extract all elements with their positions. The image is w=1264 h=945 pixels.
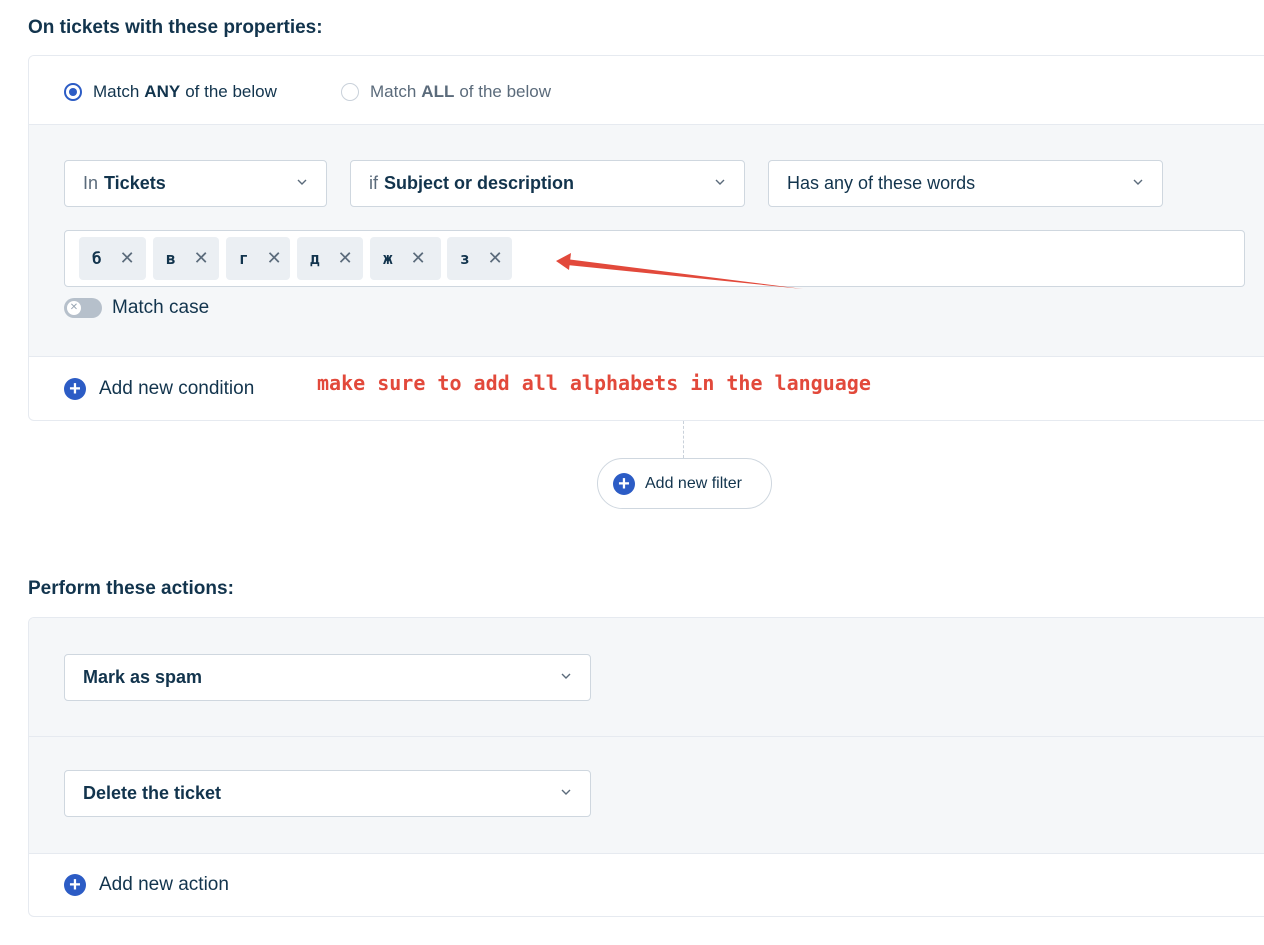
add-action-label: Add new action bbox=[99, 874, 229, 895]
keyword-tag-label: з bbox=[460, 249, 470, 268]
close-icon[interactable]: ✕ bbox=[411, 248, 426, 269]
action-select[interactable]: Mark as spam bbox=[64, 654, 591, 701]
chevron-down-icon bbox=[712, 174, 728, 190]
chevron-down-icon bbox=[1130, 174, 1146, 190]
keyword-tag: з ✕ bbox=[447, 237, 512, 280]
chevron-down-icon bbox=[558, 784, 574, 800]
operator-select-value: Has any of these words bbox=[787, 173, 976, 193]
add-action-button[interactable]: + Add new action bbox=[64, 874, 229, 896]
match-any-prefix: Match bbox=[93, 82, 140, 101]
annotation-text: make sure to add all alphabets in the la… bbox=[317, 371, 871, 395]
in-entity-select[interactable]: In Tickets bbox=[64, 160, 327, 207]
match-all-radio[interactable]: Match ALL of the below bbox=[341, 82, 551, 102]
conditions-card: Match ANY of the below Match ALL of the … bbox=[28, 55, 1264, 421]
add-filter-button[interactable]: + Add new filter bbox=[597, 458, 772, 509]
chevron-down-icon bbox=[558, 668, 574, 684]
keyword-tag-label: в bbox=[166, 249, 176, 268]
add-condition-label: Add new condition bbox=[99, 378, 255, 399]
add-filter-label: Add new filter bbox=[645, 474, 742, 492]
close-icon[interactable]: ✕ bbox=[488, 248, 503, 269]
match-all-suffix: of the below bbox=[459, 82, 552, 101]
keyword-tag-label: г bbox=[239, 249, 249, 268]
in-select-value: Tickets bbox=[104, 173, 166, 193]
keyword-tag-label: д bbox=[310, 249, 320, 268]
close-icon[interactable]: ✕ bbox=[338, 248, 353, 269]
match-case-toggle[interactable]: ✕ bbox=[64, 298, 102, 318]
keywords-input[interactable]: б ✕ в ✕ г ✕ д ✕ ж ✕ з ✕ bbox=[64, 230, 1245, 287]
add-condition-button[interactable]: + Add new condition bbox=[64, 378, 254, 400]
action-select[interactable]: Delete the ticket bbox=[64, 770, 591, 817]
match-all-prefix: Match bbox=[370, 82, 417, 101]
close-icon[interactable]: ✕ bbox=[194, 248, 209, 269]
action-select-value: Delete the ticket bbox=[83, 783, 222, 803]
keyword-tag: б ✕ bbox=[79, 237, 146, 280]
plus-circle-icon: + bbox=[64, 874, 86, 896]
keyword-tag-label: ж bbox=[383, 249, 393, 268]
match-any-radio[interactable]: Match ANY of the below bbox=[64, 82, 277, 102]
actions-card: Mark as spam Delete the ticket + Add new… bbox=[28, 617, 1264, 917]
filter-connector-line bbox=[683, 421, 684, 458]
match-any-suffix: of the below bbox=[185, 82, 277, 101]
field-select-value: Subject or description bbox=[384, 173, 575, 193]
match-all-keyword: ALL bbox=[421, 82, 455, 101]
plus-circle-icon: + bbox=[64, 378, 86, 400]
action-select-value: Mark as spam bbox=[83, 667, 203, 687]
in-select-prefix: In bbox=[83, 173, 99, 193]
match-case-label: Match case bbox=[112, 297, 210, 318]
match-case-row: ✕ Match case bbox=[64, 297, 209, 319]
keyword-tag: г ✕ bbox=[226, 237, 290, 280]
match-mode-row: Match ANY of the below Match ALL of the … bbox=[29, 56, 1264, 125]
x-icon: ✕ bbox=[67, 301, 81, 315]
keyword-tag: в ✕ bbox=[153, 237, 219, 280]
plus-circle-icon: + bbox=[613, 472, 635, 495]
radio-unselected-icon bbox=[341, 83, 359, 101]
match-any-keyword: ANY bbox=[144, 82, 181, 101]
action-row: Delete the ticket bbox=[29, 737, 1264, 854]
action-row: Mark as spam bbox=[29, 618, 1264, 737]
actions-title: Perform these actions: bbox=[28, 578, 234, 599]
keyword-tag-label: б bbox=[92, 249, 102, 268]
close-icon[interactable]: ✕ bbox=[120, 248, 135, 269]
operator-select[interactable]: Has any of these words bbox=[768, 160, 1163, 207]
field-select[interactable]: if Subject or description bbox=[350, 160, 745, 207]
field-select-prefix: if bbox=[369, 173, 378, 193]
conditions-title: On tickets with these properties: bbox=[28, 17, 323, 38]
close-icon[interactable]: ✕ bbox=[267, 248, 282, 269]
keyword-tag: ж ✕ bbox=[370, 237, 441, 280]
keyword-tag: д ✕ bbox=[297, 237, 363, 280]
radio-selected-icon bbox=[64, 83, 82, 101]
condition-row: In Tickets if Subject or description Has… bbox=[29, 125, 1264, 395]
chevron-down-icon bbox=[294, 174, 310, 190]
